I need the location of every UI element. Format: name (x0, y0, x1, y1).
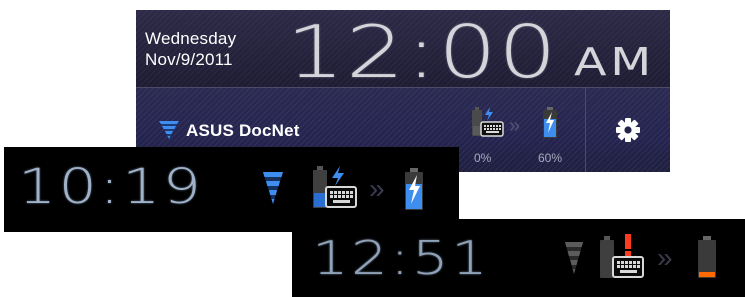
wifi-signal-icon (159, 121, 179, 139)
charge-arrows-icon: » (657, 242, 673, 273)
gear-icon (616, 118, 640, 142)
dock-battery-percent: 0% (474, 151, 492, 165)
charge-arrows-icon: » (369, 173, 385, 204)
tablet-battery-percent: 60% (538, 151, 563, 165)
tablet-battery-charging-icon (405, 168, 423, 210)
status-bar-clock: 12:51 (312, 231, 491, 285)
wifi-network-name[interactable]: ASUS DocNet (186, 121, 300, 141)
tablet-battery-charging-icon (543, 107, 557, 138)
status-bar-2: 12:51 » (292, 219, 745, 297)
date-label: Nov/9/2011 (145, 50, 233, 69)
tablet-battery-low-icon (698, 236, 716, 278)
status-bar-clock: 10:19 (18, 159, 204, 215)
ampm-label: AM (574, 40, 655, 84)
wifi-signal-icon (263, 172, 283, 204)
charge-arrows-icon: » (509, 115, 521, 137)
settings-button[interactable] (586, 88, 670, 172)
dock-keyboard-battery-charging-icon (472, 107, 504, 137)
panel-clock: 12:00 (286, 10, 558, 94)
dock-keyboard-battery-alert-icon (600, 234, 644, 278)
weekday-label: Wednesday (145, 29, 237, 48)
date-time-row: Wednesday Nov/9/2011 12:00 AM (136, 10, 670, 92)
dock-keyboard-battery-charging-icon (313, 166, 357, 208)
date-display: Wednesday Nov/9/2011 (145, 28, 236, 70)
wifi-signal-icon (565, 242, 583, 274)
